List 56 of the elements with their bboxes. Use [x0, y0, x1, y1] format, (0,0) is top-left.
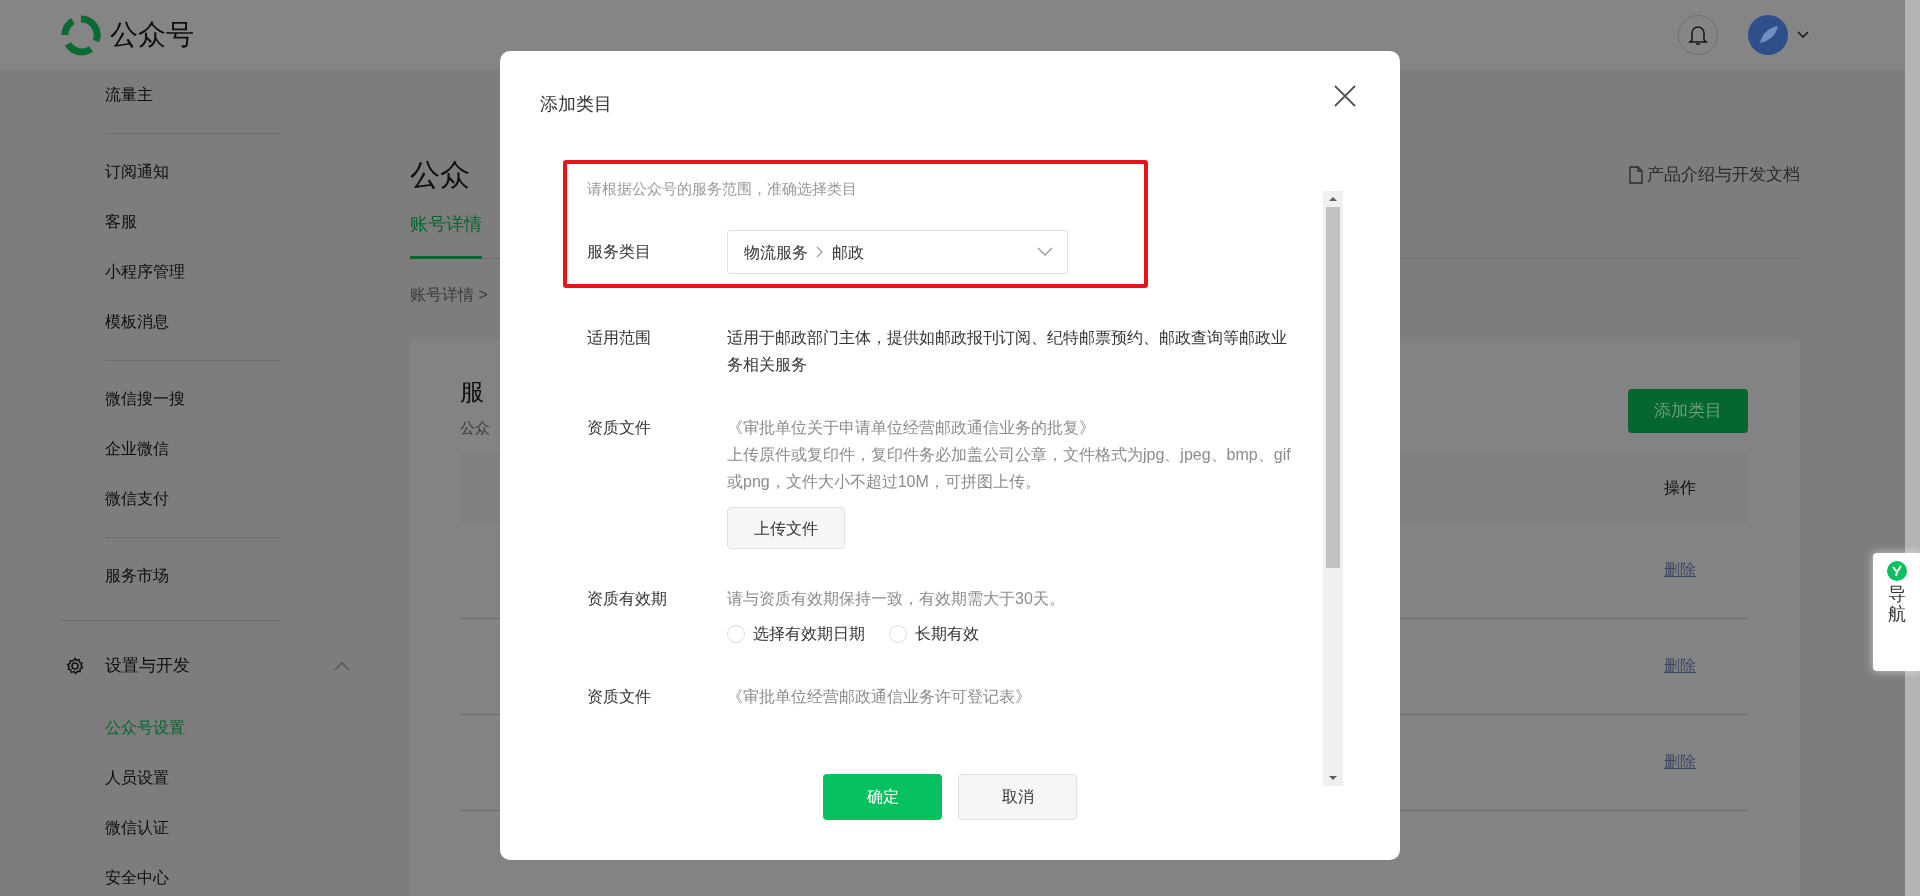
docs-link[interactable]: 产品介绍与开发文档	[1629, 162, 1800, 188]
chevron-down-icon	[1037, 247, 1053, 257]
intro-text: 请根据公众号的服务范围，准确选择类目	[587, 179, 858, 199]
bell-icon	[1688, 24, 1708, 46]
field-label: 资质文件	[587, 418, 652, 438]
sidebar-item[interactable]: 订阅通知	[60, 147, 410, 197]
chevron-right-icon	[816, 246, 824, 258]
upload-button[interactable]: 上传文件	[727, 507, 845, 549]
page-title: 公众	[410, 157, 470, 193]
field-label: 资质有效期	[587, 589, 668, 609]
sidebar-section-header[interactable]: 设置与开发	[60, 641, 410, 691]
sidebar-item[interactable]: 人员设置	[60, 753, 410, 803]
category-select[interactable]: 物流服务 邮政	[727, 230, 1068, 274]
radio-option[interactable]: 长期有效	[889, 620, 979, 647]
section-subtitle: 公众	[460, 418, 490, 438]
validity-note: 请与资质有效期保持一致，有效期需大于30天。	[727, 589, 1066, 609]
chevron-down-icon[interactable]	[1796, 30, 1810, 40]
sidebar-item[interactable]: 客服	[60, 197, 410, 247]
field-label: 资质文件	[587, 687, 652, 707]
category-name: 物流服务	[744, 242, 808, 263]
document-icon	[1629, 166, 1643, 184]
avatar-icon[interactable]	[1748, 15, 1788, 55]
scrollbar[interactable]	[1323, 191, 1343, 786]
field-label: 适用范围	[587, 328, 652, 348]
field-text: 适用于邮政部门主体，提供如邮政报刊订阅、纪特邮票预约、邮政查询等邮政业务相关服务	[727, 328, 1288, 375]
delete-link[interactable]: 删除	[1664, 558, 1696, 582]
document-name: 《审批单位经营邮政通信业务许可登记表》	[727, 687, 1032, 707]
scrollbar-thumb[interactable]	[1326, 207, 1340, 568]
sidebar-item[interactable]: 微信支付	[60, 474, 410, 524]
sidebar-item[interactable]: 安全中心	[60, 853, 410, 896]
radio-option[interactable]: 选择有效期日期	[727, 620, 865, 647]
delete-link[interactable]: 删除	[1664, 654, 1696, 678]
column-header: 操作	[1664, 477, 1696, 498]
logo-icon	[60, 14, 102, 56]
sidebar-item[interactable]: 服务市场	[60, 551, 410, 601]
chevron-up-icon	[334, 661, 350, 671]
sidebar-item[interactable]: 微信认证	[60, 803, 410, 853]
upload-note: 上传原件或复印件，复印件务必加盖公司公章，文件格式为jpg、jpeg、bmp、gif或png，文件大小不超过10M，可拼图上传。	[727, 445, 1292, 492]
sidebar-item[interactable]: 企业微信	[60, 424, 410, 474]
settings-icon	[66, 657, 84, 675]
field-label: 服务类目	[587, 242, 652, 262]
delete-link[interactable]: 删除	[1664, 750, 1696, 774]
sidebar-item[interactable]: 小程序管理	[60, 247, 410, 297]
logo-text: 公众号	[110, 18, 194, 52]
section-title: 服	[460, 377, 485, 407]
confirm-button[interactable]: 确定	[823, 774, 942, 820]
navigation-tab[interactable]: 导航	[1873, 553, 1920, 671]
document-name: 《审批单位关于申请单位经营邮政通信业务的批复》	[727, 418, 1096, 438]
category-name: 邮政	[832, 242, 864, 263]
sidebar-item[interactable]: 微信搜一搜	[60, 374, 410, 424]
breadcrumb: 账号详情 >	[410, 285, 489, 305]
cancel-button[interactable]: 取消	[958, 774, 1077, 820]
sidebar-item[interactable]: 流量主	[60, 70, 410, 120]
sidebar-item[interactable]: 模板消息	[60, 297, 410, 347]
chat-badge-icon	[1886, 561, 1907, 581]
dialog-title: 添加类目	[540, 93, 612, 116]
